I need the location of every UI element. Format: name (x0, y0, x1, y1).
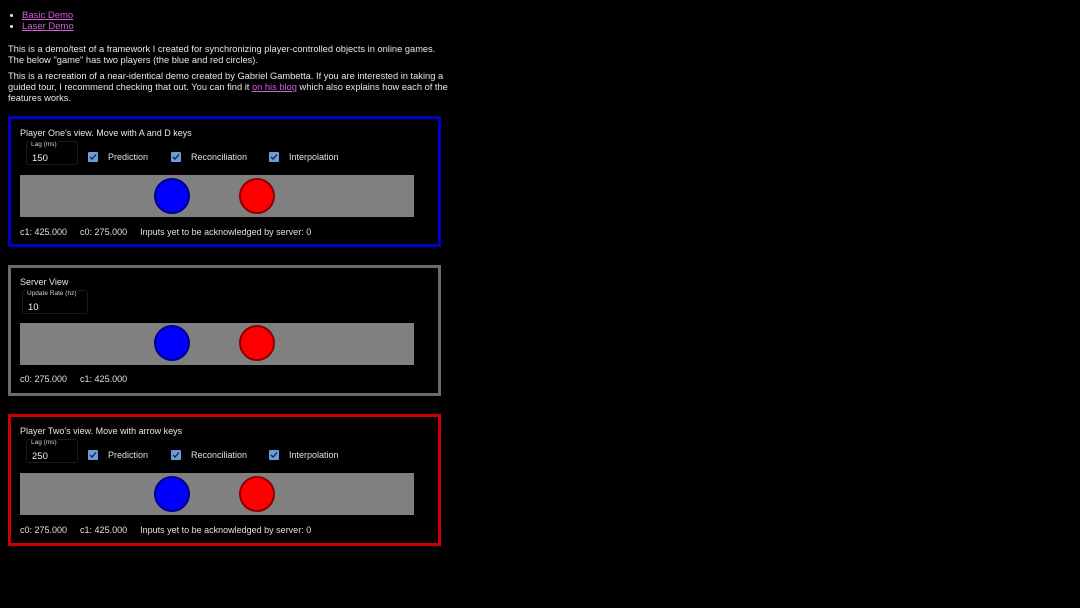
interpolation-label: Interpolation (289, 450, 339, 460)
check-icon (172, 154, 180, 160)
intro-paragraph-1: This is a demo/test of a framework I cre… (8, 44, 436, 65)
intro-paragraph-2: This is a recreation of a near-identical… (8, 71, 448, 104)
basic-demo-link[interactable]: Basic Demo (22, 10, 73, 21)
player-one-prediction-option[interactable]: Prediction (88, 152, 148, 162)
c1-position: c1: 425.000 (20, 227, 68, 237)
c1-position: c1: 425.000 (80, 374, 128, 384)
server-update-rate-input[interactable] (28, 302, 68, 313)
blue-player-circle (154, 476, 190, 512)
player-one-panel: Player One's view. Move with A and D key… (8, 116, 441, 247)
update-rate-label: Update Rate (hz) (26, 290, 78, 297)
blog-link[interactable]: on his blog (252, 82, 297, 92)
prediction-checkbox[interactable] (88, 152, 98, 162)
reconciliation-label: Reconciliation (191, 152, 248, 162)
lag-label: Lag (ms) (30, 141, 58, 148)
lag-label: Lag (ms) (30, 439, 58, 446)
player-two-lag-input[interactable] (32, 451, 72, 462)
blue-player-circle (154, 178, 190, 214)
red-player-circle (239, 476, 275, 512)
reconciliation-checkbox[interactable] (171, 152, 181, 162)
interpolation-label: Interpolation (289, 152, 339, 162)
server-panel: Server View Update Rate (hz) c0: 275.000… (8, 265, 441, 396)
player-one-interpolation-option[interactable]: Interpolation (269, 152, 339, 162)
check-icon (89, 154, 97, 160)
demo-nav: Basic Demo Laser Demo (8, 10, 74, 32)
player-one-title: Player One's view. Move with A and D key… (20, 128, 192, 138)
server-title: Server View (20, 277, 69, 287)
prediction-label: Prediction (108, 152, 149, 162)
player-two-reconciliation-option[interactable]: Reconciliation (171, 450, 247, 460)
player-one-status: c1: 425.000 c0: 275.000 Inputs yet to be a… (20, 227, 324, 237)
page: Basic Demo Laser Demo This is a demo/tes… (0, 0, 1080, 608)
prediction-checkbox[interactable] (88, 450, 98, 460)
nav-item-laser: Laser Demo (22, 21, 74, 32)
nav-item-basic: Basic Demo (22, 10, 74, 21)
c0-position: c0: 275.000 (80, 227, 128, 237)
player-two-lag-field: Lag (ms) (26, 439, 78, 463)
red-player-circle (239, 325, 275, 361)
player-two-panel: Player Two's view. Move with arrow keys … (8, 414, 441, 546)
c0-position: c0: 275.000 (20, 525, 68, 535)
pending-inputs: Inputs yet to be acknowledged by server:… (140, 525, 312, 535)
server-game-canvas[interactable] (20, 323, 414, 365)
check-icon (270, 154, 278, 160)
blue-player-circle (154, 325, 190, 361)
c1-position: c1: 425.000 (80, 525, 128, 535)
player-two-status: c0: 275.000 c1: 425.000 Inputs yet to be a… (20, 525, 324, 535)
check-icon (89, 452, 97, 458)
reconciliation-label: Reconciliation (191, 450, 248, 460)
player-two-game-canvas[interactable] (20, 473, 414, 515)
c0-position: c0: 275.000 (20, 374, 68, 384)
red-player-circle (239, 178, 275, 214)
prediction-label: Prediction (108, 450, 149, 460)
server-status: c0: 275.000 c1: 425.000 (20, 374, 140, 384)
player-one-lag-field: Lag (ms) (26, 141, 78, 165)
interpolation-checkbox[interactable] (269, 152, 279, 162)
server-update-rate-field: Update Rate (hz) (22, 290, 88, 314)
player-one-game-canvas[interactable] (20, 175, 414, 217)
reconciliation-checkbox[interactable] (171, 450, 181, 460)
player-two-title: Player Two's view. Move with arrow keys (20, 426, 183, 436)
player-one-lag-input[interactable] (32, 153, 72, 164)
player-one-reconciliation-option[interactable]: Reconciliation (171, 152, 247, 162)
laser-demo-link[interactable]: Laser Demo (22, 21, 74, 32)
player-two-prediction-option[interactable]: Prediction (88, 450, 148, 460)
player-two-interpolation-option[interactable]: Interpolation (269, 450, 339, 460)
interpolation-checkbox[interactable] (269, 450, 279, 460)
check-icon (172, 452, 180, 458)
pending-inputs: Inputs yet to be acknowledged by server:… (140, 227, 312, 237)
check-icon (270, 452, 278, 458)
